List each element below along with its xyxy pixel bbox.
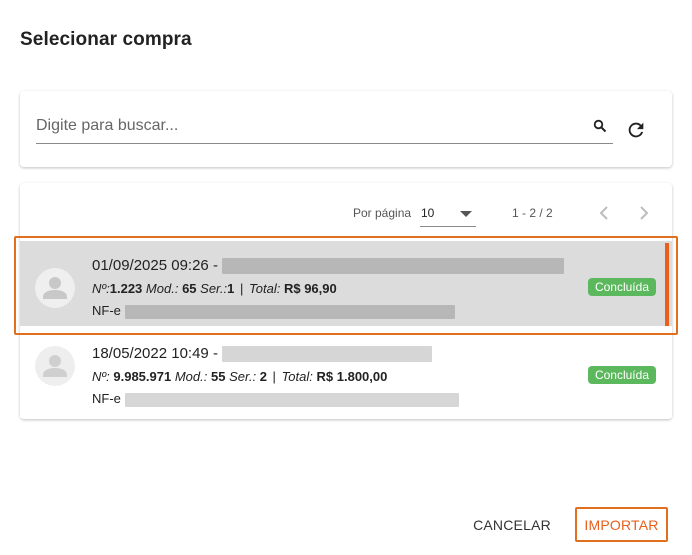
separator: | [240,281,244,296]
purchase-doc: NF-e [92,303,455,319]
total-label: Total: [249,281,281,296]
purchase-list-item[interactable]: 18/05/2022 10:49 - Nº: 9.985.971 Mod.: 5… [20,333,672,418]
search-icon[interactable] [593,119,607,133]
purchase-title: 18/05/2022 10:49 - [92,345,433,363]
number-label: Nº: [92,369,110,384]
purchase-list-item[interactable]: 01/09/2025 09:26 - Nº:1.223 Mod.: 65 Ser… [20,241,672,326]
purchase-list-card: Por página 10 1 - 2 / 2 01/09/2025 09:26… [20,183,672,419]
purchase-series: 1 [227,281,235,296]
purchase-details: Nº: 9.985.971 Mod.: 55 Ser.: 2 | Total: … [92,369,387,384]
chevron-left-icon[interactable] [596,203,612,223]
purchase-model: 55 [210,369,226,384]
selected-indicator [665,243,669,326]
purchase-number: 1.223 [109,281,143,296]
redacted-supplier [222,258,565,275]
page-range: 1 - 2 / 2 [512,206,553,220]
doc-prefix: NF-e [92,391,121,406]
search-input[interactable] [36,117,581,135]
model-label: Mod.: [174,369,208,384]
redacted-supplier [222,346,433,363]
person-icon [43,277,67,299]
avatar [35,346,75,386]
purchase-model: 65 [182,281,197,296]
model-label: Mod.: [145,281,179,296]
avatar [35,268,75,308]
purchase-total: R$ 1.800,00 [316,369,388,384]
series-label: Ser.: [229,369,257,384]
purchase-datetime: 01/09/2025 09:26 - [92,257,218,274]
purchase-title: 01/09/2025 09:26 - [92,257,565,275]
redacted-doc-key [124,392,459,407]
status-badge: Concluída [587,366,656,384]
purchase-total: R$ 96,90 [283,281,337,296]
search-card [20,91,672,167]
number-label: Nº: [92,281,110,296]
per-page-select[interactable]: 10 [420,201,476,227]
per-page-value: 10 [421,206,435,220]
search-field[interactable] [36,113,613,144]
total-label: Total: [281,369,313,384]
doc-prefix: NF-e [92,303,121,318]
dialog-title: Selecionar compra [20,29,192,50]
purchase-number: 9.985.971 [113,369,172,384]
separator: | [272,369,276,384]
purchase-details: Nº:1.223 Mod.: 65 Ser.:1 | Total: R$ 96,… [92,281,337,296]
import-button[interactable]: IMPORTAR [575,507,668,542]
per-page-label: Por página [353,206,412,220]
chevron-right-icon[interactable] [636,203,652,223]
status-badge: Concluída [587,278,656,296]
person-icon [43,355,67,377]
pagination-bar: Por página 10 1 - 2 / 2 [20,183,672,239]
purchase-series: 2 [259,369,267,384]
refresh-icon[interactable] [625,119,647,141]
purchase-datetime: 18/05/2022 10:49 - [92,345,218,362]
cancel-button[interactable]: CANCELAR [468,508,556,542]
redacted-doc-key [124,304,455,319]
chevron-down-icon [460,211,472,217]
series-label: Ser.: [200,281,228,296]
purchase-doc: NF-e [92,391,459,407]
